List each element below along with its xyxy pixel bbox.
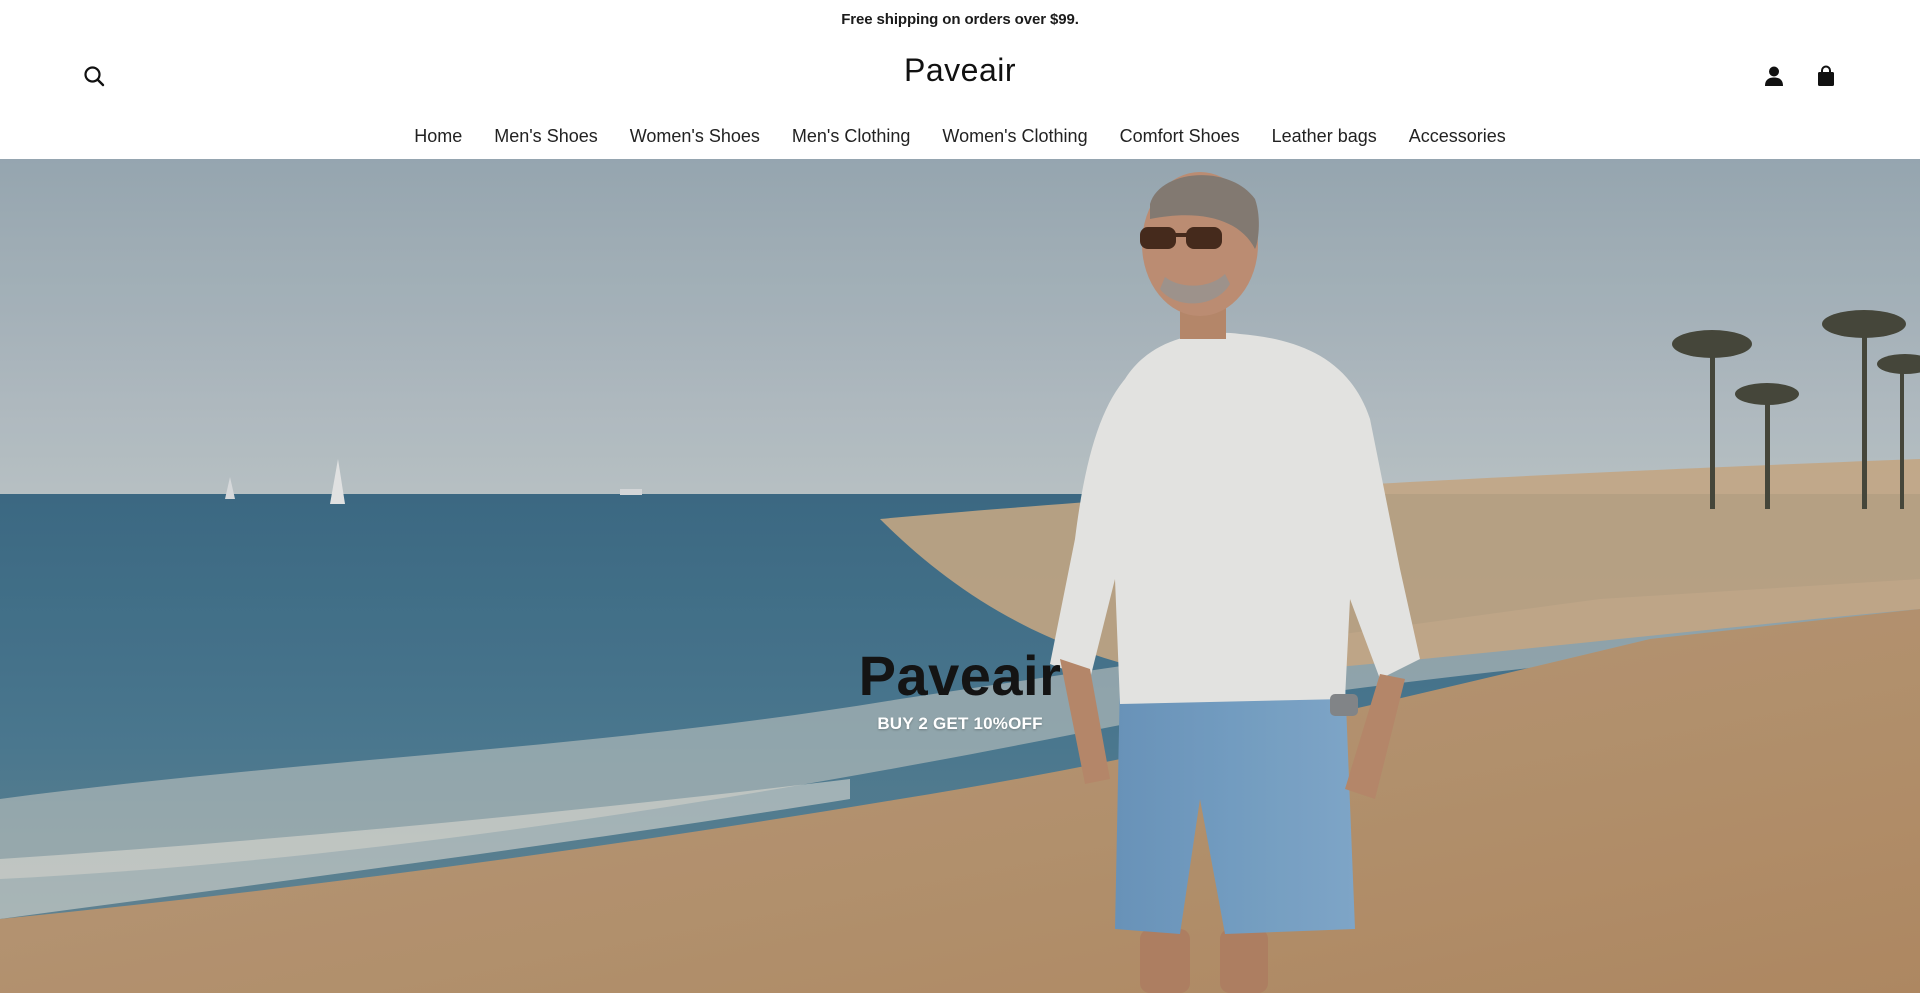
hero-subtitle: BUY 2 GET 10%OFF [877,714,1043,733]
site-logo[interactable]: Paveair [0,52,1920,89]
nav-item-comfort-shoes[interactable]: Comfort Shoes [1104,126,1256,147]
hero-title: Paveair [858,644,1062,707]
hero-banner[interactable]: Paveair BUY 2 GET 10%OFF [0,159,1920,993]
cart-button[interactable] [1812,62,1840,90]
shopping-bag-icon [1818,65,1834,86]
nav-item-womens-clothing[interactable]: Women's Clothing [926,126,1103,147]
nav-item-womens-shoes[interactable]: Women's Shoes [614,126,776,147]
nav-item-accessories[interactable]: Accessories [1393,126,1522,147]
account-icon [1765,66,1783,86]
announcement-text: Free shipping on orders over $99. [841,10,1079,28]
site-header: Paveair [0,38,1920,112]
account-button[interactable] [1760,62,1788,90]
nav-item-mens-shoes[interactable]: Men's Shoes [478,126,614,147]
main-navigation: Home Men's Shoes Women's Shoes Men's Clo… [0,112,1920,160]
announcement-bar: Free shipping on orders over $99. [0,0,1920,38]
nav-item-home[interactable]: Home [398,126,478,147]
hero-overlay [0,159,1920,993]
nav-item-mens-clothing[interactable]: Men's Clothing [776,126,927,147]
nav-item-leather-bags[interactable]: Leather bags [1256,126,1393,147]
